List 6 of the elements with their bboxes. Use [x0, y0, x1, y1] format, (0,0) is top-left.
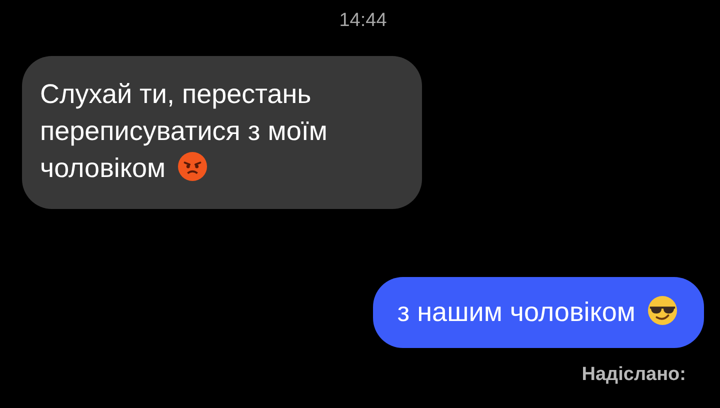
received-message: Слухай ти, перестань переписуватися з моїм чоловіком — [22, 56, 422, 209]
sent-status: Надіслано: — [582, 364, 686, 386]
sunglasses-face-icon — [647, 295, 678, 326]
angry-face-icon — [177, 151, 208, 182]
sent-message: з нашим чоловіком — [373, 277, 704, 348]
message-time: 14:44 — [339, 10, 387, 32]
